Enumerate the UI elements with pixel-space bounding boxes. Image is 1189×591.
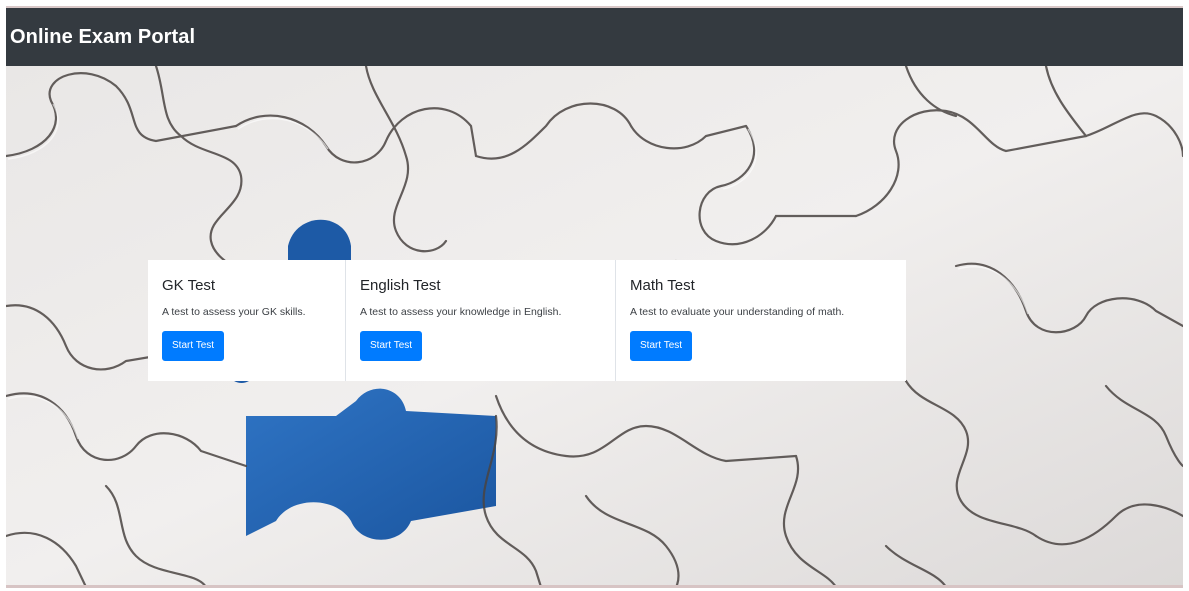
start-test-button-math[interactable]: Start Test: [630, 331, 693, 361]
test-card-math: Math Test A test to evaluate your unders…: [616, 260, 906, 381]
app-frame: Online Exam Portal GK Test A test to ass…: [6, 6, 1183, 588]
start-test-button-english[interactable]: Start Test: [360, 331, 423, 361]
navbar: Online Exam Portal: [6, 8, 1183, 66]
card-title: English Test: [360, 277, 441, 294]
card-description: A test to evaluate your understanding of…: [630, 306, 845, 318]
brand-link[interactable]: Online Exam Portal: [10, 26, 195, 49]
card-description: A test to assess your GK skills.: [162, 306, 306, 318]
test-card-gk: GK Test A test to assess your GK skills.…: [148, 260, 346, 381]
card-title: Math Test: [630, 277, 695, 294]
card-title: GK Test: [162, 277, 216, 294]
test-card-english: English Test A test to assess your knowl…: [346, 260, 616, 381]
card-description: A test to assess your knowledge in Engli…: [360, 306, 562, 318]
start-test-button-gk[interactable]: Start Test: [162, 331, 225, 361]
test-card-group: GK Test A test to assess your GK skills.…: [148, 260, 906, 381]
hero-section: GK Test A test to assess your GK skills.…: [6, 66, 1183, 585]
